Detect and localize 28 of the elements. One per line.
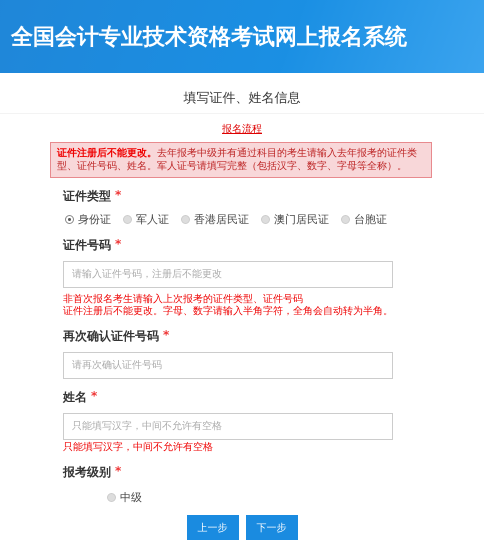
radio-option[interactable]: 香港居民证	[181, 212, 249, 227]
next-button[interactable]: 下一步	[246, 515, 298, 540]
hint-text: 证件注册后不能更改。字母、数字请输入半角字符，全角会自动转为半角。	[63, 306, 393, 318]
field-label: 姓名	[63, 389, 87, 406]
radio-option[interactable]: 中级	[107, 490, 142, 505]
text-field[interactable]: 请输入证件号码，注册后不能更改	[63, 261, 393, 288]
required-mark: *	[115, 237, 122, 253]
hint-text: 只能填写汉字，中间不允许有空格	[63, 442, 214, 454]
hint-text: 非首次报名考生请输入上次报考的证件类型、证件号码	[63, 294, 304, 306]
process-link[interactable]: 报名流程	[222, 124, 262, 135]
previous-button[interactable]: 上一步	[186, 515, 238, 540]
radio-option[interactable]: 身份证	[65, 212, 111, 227]
radio-option[interactable]: 台胞证	[341, 212, 387, 227]
site-title: 全国会计专业技术资格考试网上报名系统	[11, 24, 407, 52]
required-mark: *	[115, 464, 122, 480]
field-label: 证件号码	[63, 237, 111, 254]
page-title: 填写证件、姓名信息	[0, 89, 484, 114]
required-mark: *	[115, 188, 122, 204]
field-label: 证件类型	[63, 188, 111, 205]
text-field[interactable]: 只能填写汉字，中间不允许有空格	[63, 413, 393, 440]
notice-message: 证件注册后不能更改。去年报考中级并有通过科目的考生请输入去年报考的证件类型、证件号码、姓名。军人证号请填写完整（包括汉字、数字、字母等全称）。	[50, 142, 432, 178]
radio-option[interactable]: 澳门居民证	[261, 212, 329, 227]
text-field[interactable]: 请再次确认证件号码	[63, 352, 393, 379]
required-mark: *	[163, 328, 170, 344]
radio-option[interactable]: 军人证	[123, 212, 169, 227]
field-label: 再次确认证件号码	[63, 328, 159, 345]
field-label: 报考级别	[63, 464, 111, 481]
required-mark: *	[91, 389, 98, 405]
